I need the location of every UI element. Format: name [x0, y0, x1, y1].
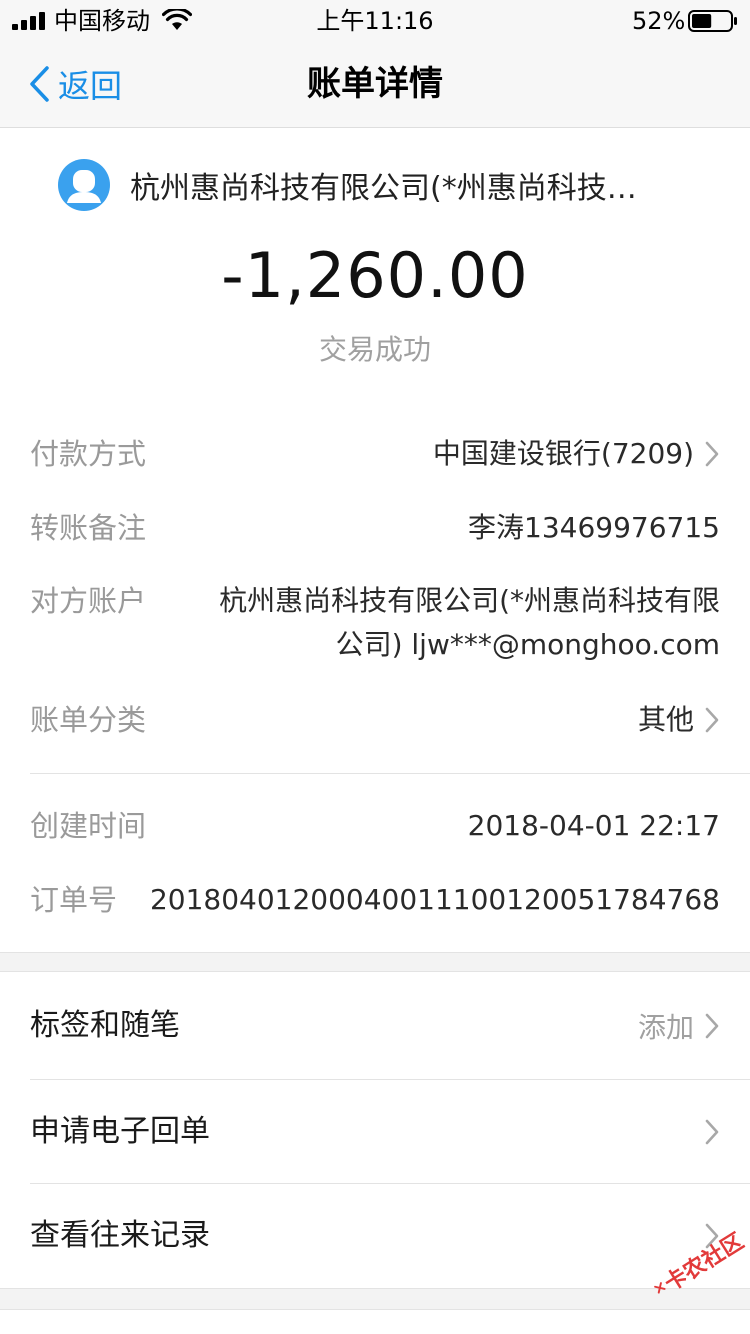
tags-and-notes-row[interactable]: 标签和随笔 添加: [30, 996, 720, 1056]
section-separator: [0, 1288, 750, 1310]
battery-percent: 52%: [632, 7, 686, 35]
user-icon: [67, 170, 101, 203]
payment-method-value: 中国建设银行(7209): [432, 437, 694, 470]
status-bar: 中国移动 上午11:16 52%: [0, 0, 750, 40]
transfer-note-value: 李涛13469976715: [468, 511, 720, 544]
chevron-right-icon: [705, 1013, 719, 1039]
detail-label: 付款方式: [30, 437, 147, 471]
counterparty-value: 杭州惠尚科技有限公司(*州惠尚科技有限 公司) ljw***@monghoo.c…: [175, 579, 720, 667]
merchant-row[interactable]: 杭州惠尚科技有限公司(*州惠尚科技…: [58, 158, 670, 212]
section-separator: [0, 952, 750, 972]
counterparty-line-1: 杭州惠尚科技有限公司(*州惠尚科技有限: [219, 584, 720, 617]
action-right: [704, 1110, 720, 1154]
action-label: 标签和随笔: [30, 1008, 180, 1043]
detail-label: 对方账户: [30, 584, 147, 618]
detail-row-transfer-note: 转账备注 李涛13469976715: [30, 508, 720, 548]
detail-value: 其他: [638, 700, 720, 740]
chevron-right-icon: [705, 707, 719, 733]
action-label: 申请电子回单: [30, 1114, 210, 1149]
divider: [30, 1183, 750, 1184]
add-hint: 添加: [637, 1011, 694, 1044]
page-title: 账单详情: [307, 64, 443, 104]
counterparty-line-2: 公司) ljw***@monghoo.com: [335, 628, 720, 661]
category-value: 其他: [637, 703, 694, 736]
detail-row-created-time: 创建时间 2018-04-01 22:17: [30, 806, 720, 846]
transaction-amount: -1,260.00: [221, 239, 529, 312]
merchant-name: 杭州惠尚科技有限公司(*州惠尚科技…: [130, 171, 637, 206]
detail-row-counterparty: 对方账户 杭州惠尚科技有限公司(*州惠尚科技有限 公司) ljw***@mong…: [30, 581, 720, 671]
detail-row-category[interactable]: 账单分类 其他: [30, 700, 720, 740]
detail-value: 中国建设银行(7209): [433, 434, 720, 474]
avatar: [58, 159, 110, 211]
detail-label: 订单号: [30, 883, 118, 917]
action-right: 添加: [638, 1004, 720, 1048]
detail-label: 账单分类: [30, 703, 147, 737]
request-e-receipt-row[interactable]: 申请电子回单: [30, 1102, 720, 1162]
navigation-bar: 返回 账单详情: [0, 40, 750, 128]
order-number-value: 20180401200040011100120051784768: [149, 883, 720, 916]
created-time-value: 2018-04-01 22:17: [467, 809, 720, 842]
detail-row-order-number: 订单号 20180401200040011100120051784768: [30, 880, 720, 920]
divider: [30, 1079, 750, 1080]
chevron-right-icon: [705, 1119, 719, 1145]
detail-row-payment-method[interactable]: 付款方式 中国建设银行(7209): [30, 434, 720, 474]
detail-label: 创建时间: [30, 809, 147, 843]
divider: [30, 773, 750, 774]
battery-icon: [688, 10, 737, 32]
detail-label: 转账备注: [30, 511, 147, 545]
action-label: 查看往来记录: [30, 1218, 210, 1253]
view-transaction-history-row[interactable]: 查看往来记录: [30, 1206, 720, 1266]
transaction-status: 交易成功: [318, 333, 431, 366]
chevron-right-icon: [705, 441, 719, 467]
